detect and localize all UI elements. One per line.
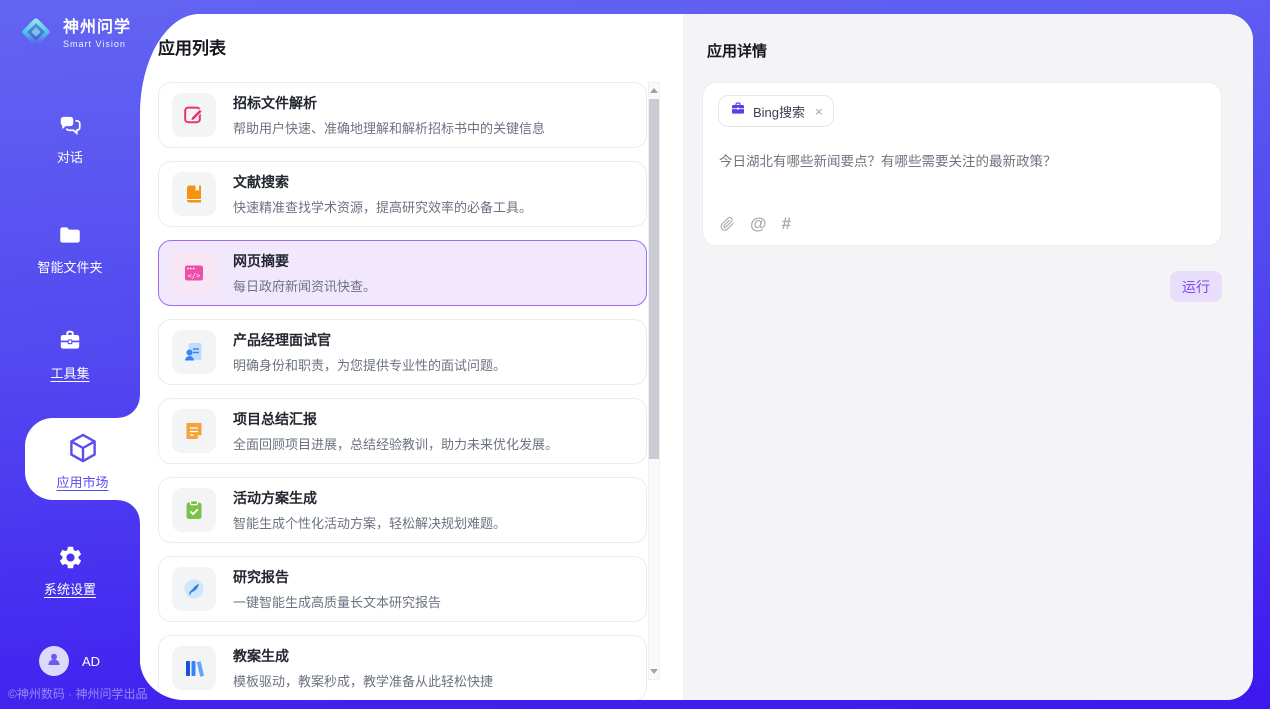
ink-pen-icon <box>172 567 216 611</box>
sidebar-item-smart-folders[interactable]: 智能文件夹 <box>0 222 140 277</box>
sidebar: 神州问学 Smart Vision 对话 智能文件夹 工具集 应用市场 系统设置… <box>0 0 140 709</box>
at-icon[interactable]: @ <box>750 216 767 232</box>
paperclip-icon[interactable] <box>719 216 735 232</box>
book-icon <box>172 172 216 216</box>
app-desc: 帮助用户快速、准确地理解和解析招标书中的关键信息 <box>233 118 545 137</box>
app-desc: 一键智能生成高质量长文本研究报告 <box>233 592 441 611</box>
person-icon <box>45 650 63 673</box>
scrollbar[interactable] <box>648 82 660 680</box>
prompt-card[interactable]: Bing搜索 × 今日湖北有哪些新闻要点？有哪些需要关注的最新政策？ @# <box>702 82 1222 246</box>
clipboard-check-icon <box>172 488 216 532</box>
app-desc: 智能生成个性化活动方案，轻松解决规划难题。 <box>233 513 506 532</box>
scroll-down-icon[interactable] <box>649 665 659 678</box>
brand-logo: 神州问学 Smart Vision <box>17 13 131 56</box>
composer-toolbar: @# <box>719 216 791 232</box>
brand-name: 神州问学 <box>63 20 131 36</box>
user-row[interactable]: AD <box>39 646 100 676</box>
note-icon <box>172 409 216 453</box>
app-list-item[interactable]: 招标文件解析 帮助用户快速、准确地理解和解析招标书中的关键信息 <box>158 82 647 148</box>
avatar[interactable] <box>39 646 69 676</box>
app-desc: 全面回顾项目进展，总结经验教训，助力未来优化发展。 <box>233 434 558 453</box>
copyright-text: ©神州数码 · 神州问学出品 <box>8 685 148 702</box>
browser-code-icon: </> <box>172 251 216 295</box>
app-desc: 每日政府新闻资讯快查。 <box>233 276 376 295</box>
toolbox-icon <box>0 328 140 356</box>
gear-icon <box>0 544 140 572</box>
app-desc: 快速精准查找学术资源，提高研究效率的必备工具。 <box>233 197 532 216</box>
sidebar-item-chat[interactable]: 对话 <box>0 112 140 167</box>
app-title: 项目总结汇报 <box>233 409 558 429</box>
app-title: 活动方案生成 <box>233 488 506 508</box>
brand-diamond-icon <box>17 13 55 56</box>
app-detail-title: 应用详情 <box>707 40 767 61</box>
chat-icon <box>0 112 140 140</box>
app-title: 研究报告 <box>233 567 441 587</box>
app-title: 教案生成 <box>233 646 493 666</box>
interview-icon <box>172 330 216 374</box>
app-list-item[interactable]: 文献搜索 快速精准查找学术资源，提高研究效率的必备工具。 <box>158 161 647 227</box>
folder-icon <box>0 222 140 250</box>
app-detail-panel: 应用详情 Bing搜索 × 今日湖北有哪些新闻要点？有哪些需要关注的最新政策？ … <box>683 14 1253 700</box>
prompt-input[interactable]: 今日湖北有哪些新闻要点？有哪些需要关注的最新政策？ <box>719 152 1205 172</box>
tag-close-icon[interactable]: × <box>815 104 823 119</box>
sidebar-item-toolset[interactable]: 工具集 <box>0 328 140 383</box>
app-title: 文献搜索 <box>233 172 532 192</box>
scrollbar-thumb[interactable] <box>649 99 659 459</box>
scroll-up-icon[interactable] <box>649 84 659 97</box>
pen-document-icon <box>172 93 216 137</box>
main-content: 应用列表 招标文件解析 帮助用户快速、准确地理解和解析招标书中的关键信息 文献搜… <box>140 14 1253 700</box>
app-desc: 模板驱动，教案秒成，教学准备从此轻松快捷 <box>233 671 493 690</box>
app-list-item[interactable]: 研究报告 一键智能生成高质量长文本研究报告 <box>158 556 647 622</box>
app-list-item[interactable]: 活动方案生成 智能生成个性化活动方案，轻松解决规划难题。 <box>158 477 647 543</box>
app-list-item[interactable]: 产品经理面试官 明确身份和职责，为您提供专业性的面试问题。 <box>158 319 647 385</box>
app-list: 招标文件解析 帮助用户快速、准确地理解和解析招标书中的关键信息 文献搜索 快速精… <box>158 82 647 700</box>
user-name: AD <box>82 654 100 669</box>
books-icon <box>172 646 216 690</box>
tool-tag-bing-search[interactable]: Bing搜索 × <box>718 95 834 127</box>
tool-tag-label: Bing搜索 <box>753 102 805 121</box>
briefcase-icon <box>730 101 746 122</box>
svg-text:</>: </> <box>188 272 201 280</box>
sidebar-item-system-settings[interactable]: 系统设置 <box>0 544 140 599</box>
app-list-item[interactable]: </> 网页摘要 每日政府新闻资讯快查。 <box>158 240 647 306</box>
hash-icon[interactable]: # <box>782 216 791 232</box>
cube-icon <box>25 431 140 467</box>
app-list-item[interactable]: 教案生成 模板驱动，教案秒成，教学准备从此轻松快捷 <box>158 635 647 700</box>
app-list-panel: 应用列表 招标文件解析 帮助用户快速、准确地理解和解析招标书中的关键信息 文献搜… <box>140 14 683 700</box>
app-frame: 神州问学 Smart Vision 对话 智能文件夹 工具集 应用市场 系统设置… <box>0 0 1270 709</box>
sidebar-item-app-market[interactable]: 应用市场 <box>25 418 140 500</box>
app-title: 招标文件解析 <box>233 93 545 113</box>
app-desc: 明确身份和职责，为您提供专业性的面试问题。 <box>233 355 506 374</box>
app-list-title: 应用列表 <box>158 34 226 59</box>
run-button[interactable]: 运行 <box>1170 271 1222 302</box>
app-list-item[interactable]: 项目总结汇报 全面回顾项目进展，总结经验教训，助力未来优化发展。 <box>158 398 647 464</box>
app-title: 产品经理面试官 <box>233 330 506 350</box>
app-title: 网页摘要 <box>233 251 376 271</box>
brand-subtitle: Smart Vision <box>63 40 131 49</box>
